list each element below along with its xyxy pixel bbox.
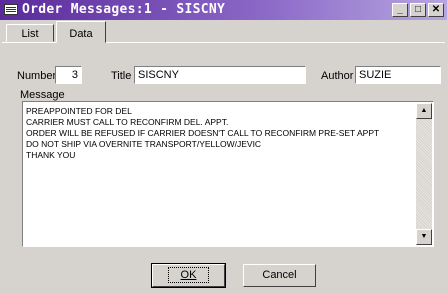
message-line: CARRIER MUST CALL TO RECONFIRM DEL. APPT… [26, 117, 229, 127]
cancel-button[interactable]: Cancel [243, 264, 316, 287]
tab-list[interactable]: List [6, 24, 54, 42]
tab-data[interactable]: Data [56, 21, 106, 43]
ok-button[interactable]: OK [151, 263, 226, 288]
number-field[interactable]: 3 [55, 66, 82, 84]
title-label: Title [111, 70, 132, 82]
message-textarea[interactable]: PREAPPOINTED FOR DEL CARRIER MUST CALL T… [22, 101, 434, 247]
message-line: DO NOT SHIP VIA OVERNITE TRANSPORT/YELLO… [26, 139, 262, 149]
message-text: PREAPPOINTED FOR DEL CARRIER MUST CALL T… [26, 106, 413, 161]
message-scrollbar[interactable]: ▲ ▼ [416, 103, 432, 245]
tab-strip: List Data [0, 21, 447, 43]
minimize-button[interactable]: _ [392, 3, 408, 17]
window-title: Order Messages:1 - SISCNY [22, 2, 226, 17]
scroll-up-arrow-icon[interactable]: ▲ [416, 103, 432, 119]
ok-button-label: OK [180, 269, 197, 281]
message-line: ORDER WILL BE REFUSED IF CARRIER DOESN'T… [26, 128, 380, 138]
message-line: PREAPPOINTED FOR DEL [26, 106, 132, 116]
close-button[interactable]: ✕ [428, 3, 444, 17]
cancel-button-label: Cancel [262, 269, 297, 281]
order-messages-window: Order Messages:1 - SISCNY _ □ ✕ List Dat… [0, 0, 447, 293]
maximize-button[interactable]: □ [410, 3, 426, 17]
message-line: THANK YOU [26, 150, 76, 160]
message-label: Message [20, 89, 65, 101]
author-label: Author [321, 70, 354, 82]
window-app-icon [4, 4, 18, 15]
scroll-down-arrow-icon[interactable]: ▼ [416, 229, 432, 245]
title-bar[interactable]: Order Messages:1 - SISCNY _ □ ✕ [0, 0, 447, 20]
author-field[interactable]: SUZIE [355, 66, 441, 84]
title-field[interactable]: SISCNY [134, 66, 306, 84]
number-label: Number [17, 70, 57, 82]
